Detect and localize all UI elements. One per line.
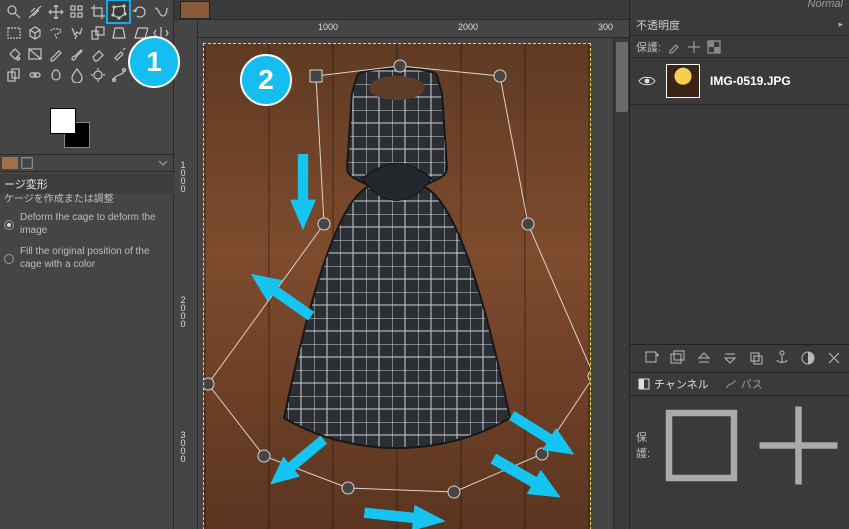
- layer-row[interactable]: IMG-0519.JPG: [630, 58, 849, 105]
- path-icon[interactable]: [108, 64, 129, 85]
- rotate-icon[interactable]: [129, 1, 150, 22]
- chevron-right-icon[interactable]: ▸: [838, 19, 843, 30]
- move-icon[interactable]: [45, 1, 66, 22]
- radio-on-icon[interactable]: [4, 220, 14, 230]
- tab-paths[interactable]: パス: [717, 373, 771, 395]
- duplicate-layer-icon[interactable]: [748, 350, 764, 366]
- magnify-icon[interactable]: [3, 1, 24, 22]
- color-swatches[interactable]: [50, 108, 76, 134]
- paths-icon: [725, 378, 737, 390]
- fg-color-swatch[interactable]: [50, 108, 76, 134]
- scrollbar-thumb[interactable]: [616, 42, 628, 112]
- ruler-v-tick: 2000: [178, 295, 188, 327]
- brush-icon[interactable]: [66, 43, 87, 64]
- blend-mode-value[interactable]: Normal: [808, 0, 843, 10]
- warp-icon[interactable]: [150, 1, 171, 22]
- right-dock: Normal 不透明度 ▸ 保護: IMG-0519.JPG チャンネル パス: [629, 0, 849, 529]
- lower-lock-label: 保護:: [636, 429, 650, 461]
- clone-icon[interactable]: [3, 64, 24, 85]
- perspective-icon[interactable]: [108, 22, 129, 43]
- measure-icon[interactable]: [24, 1, 45, 22]
- cube-icon[interactable]: [24, 22, 45, 43]
- ruler-horizontal[interactable]: 1000 2000 300: [198, 20, 629, 38]
- layer-lock-row: 保護:: [630, 36, 849, 58]
- tool-options-subtitle: ケージを作成または調整: [0, 192, 174, 209]
- crop-icon[interactable]: [87, 1, 108, 22]
- free-select-icon[interactable]: [45, 22, 66, 43]
- ruler-vertical[interactable]: 1000 2000 3000: [174, 20, 198, 529]
- annotation-arrow: [363, 500, 447, 529]
- visibility-eye-icon[interactable]: [638, 72, 656, 90]
- cage-transform-icon[interactable]: [108, 1, 129, 22]
- canvas-vscrollbar[interactable]: [613, 38, 629, 529]
- image-selector-row: [0, 154, 174, 172]
- lower-tab-strip: チャンネル パス: [630, 372, 849, 396]
- image-tab-thumb[interactable]: [180, 1, 210, 19]
- layer-group-icon[interactable]: [670, 350, 686, 366]
- lock-move-icon[interactable]: [753, 400, 844, 491]
- tool-option-fill-label: Fill the original position of the cage w…: [20, 246, 170, 271]
- fuzzy-select-icon[interactable]: [66, 22, 87, 43]
- opacity-row[interactable]: 不透明度 ▸: [630, 14, 849, 36]
- subject-dress: [262, 58, 532, 458]
- ruler-v-tick: 3000: [178, 430, 188, 462]
- new-layer-icon[interactable]: [644, 350, 660, 366]
- tool-option-deform[interactable]: Deform the cage to deform the image: [0, 210, 174, 239]
- image-thumb-icon[interactable]: [2, 157, 18, 169]
- layer-action-strip: [630, 344, 849, 370]
- heal-icon[interactable]: [24, 64, 45, 85]
- align-icon[interactable]: [66, 1, 87, 22]
- raise-layer-icon[interactable]: [696, 350, 712, 366]
- ruler-h-tick: 1000: [318, 22, 338, 32]
- lock-position-icon[interactable]: [656, 400, 747, 491]
- eraser-icon[interactable]: [87, 43, 108, 64]
- canvas-image[interactable]: [204, 44, 590, 529]
- layer-name[interactable]: IMG-0519.JPG: [710, 74, 791, 88]
- smudge-icon[interactable]: [45, 64, 66, 85]
- annotation-badge-1-text: 1: [146, 46, 162, 78]
- canvas-viewport[interactable]: [198, 38, 613, 529]
- tab-paths-label: パス: [741, 376, 763, 392]
- rect-select-icon[interactable]: [3, 22, 24, 43]
- tab-channels-label: チャンネル: [654, 376, 709, 392]
- channels-icon: [638, 378, 650, 390]
- pencil-icon[interactable]: [45, 43, 66, 64]
- tool-options-subtitle-text: ケージを作成または調整: [4, 194, 114, 207]
- annotation-badge-2-text: 2: [258, 64, 274, 96]
- lower-layer-icon[interactable]: [722, 350, 738, 366]
- image-tab-bar: [174, 0, 629, 20]
- lock-move-icon[interactable]: [687, 40, 701, 54]
- tab-channels[interactable]: チャンネル: [630, 373, 717, 395]
- lower-lock-row: 保護:: [630, 396, 849, 495]
- scale-icon[interactable]: [87, 22, 108, 43]
- auto-icon[interactable]: [20, 156, 34, 170]
- lock-brush-icon[interactable]: [667, 40, 681, 54]
- panel-menu-icon[interactable]: [158, 158, 168, 168]
- layer-thumb[interactable]: [666, 64, 700, 98]
- lock-label: 保護:: [636, 39, 661, 55]
- ruler-h-tick: 2000: [458, 22, 478, 32]
- ruler-h-tick: 300: [598, 22, 613, 32]
- tool-option-fill[interactable]: Fill the original position of the cage w…: [0, 244, 174, 273]
- lock-alpha-icon[interactable]: [707, 40, 721, 54]
- ruler-v-tick: 1000: [178, 160, 188, 192]
- annotation-badge-2: 2: [240, 54, 292, 106]
- dodge-icon[interactable]: [87, 64, 108, 85]
- airbrush-icon[interactable]: [108, 43, 129, 64]
- radio-off-icon[interactable]: [4, 254, 14, 264]
- blur-icon[interactable]: [66, 64, 87, 85]
- tool-option-deform-label: Deform the cage to deform the image: [20, 212, 170, 237]
- annotation-badge-1: 1: [128, 36, 180, 88]
- tool-options-title: ージ変形: [0, 174, 174, 194]
- bucket-fill-icon[interactable]: [3, 43, 24, 64]
- gradient-icon[interactable]: [24, 43, 45, 64]
- delete-layer-icon[interactable]: [826, 350, 842, 366]
- anchor-layer-icon[interactable]: [774, 350, 790, 366]
- opacity-label: 不透明度: [636, 17, 680, 33]
- mask-icon[interactable]: [800, 350, 816, 366]
